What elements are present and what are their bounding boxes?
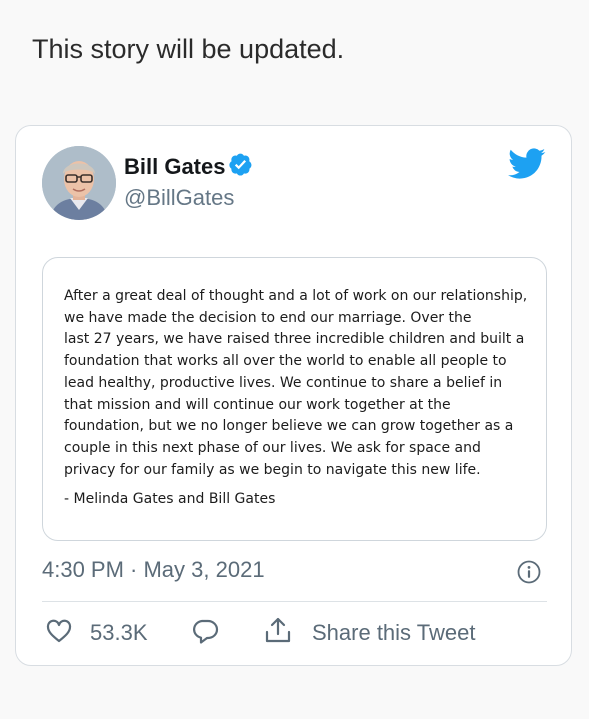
verified-badge-icon xyxy=(229,153,252,176)
tweet-timestamp[interactable]: 4:30 PM · May 3, 2021 xyxy=(42,557,265,583)
statement-line: we have made the decision to end our mar… xyxy=(64,309,472,326)
author-avatar[interactable] xyxy=(42,146,116,220)
statement-text: After a great deal of thought and a lot … xyxy=(64,286,534,481)
story-update-note: This story will be updated. xyxy=(32,34,345,64)
statement-line: lead healthy, productive lives. We conti… xyxy=(64,374,503,391)
author-name[interactable]: Bill Gates xyxy=(124,154,225,180)
statement-signature: - Melinda Gates and Bill Gates xyxy=(64,491,276,507)
embedded-tweet-card[interactable]: Bill Gates @BillGates After a great deal… xyxy=(15,125,572,666)
share-upload-icon[interactable] xyxy=(264,616,292,644)
reply-bubble-icon[interactable] xyxy=(191,618,219,644)
statement-line: foundation that works all over the world… xyxy=(64,353,507,370)
statement-line: last 27 years, we have raised three incr… xyxy=(64,331,525,348)
share-tweet-button[interactable]: Share this Tweet xyxy=(312,620,475,646)
statement-line: foundation, but we no longer believe we … xyxy=(64,418,514,435)
statement-image[interactable]: After a great deal of thought and a lot … xyxy=(42,257,547,541)
statement-line: that mission and will continue our work … xyxy=(64,396,451,413)
twitter-bird-icon[interactable] xyxy=(508,148,546,180)
info-icon[interactable] xyxy=(517,560,541,584)
statement-line: After a great deal of thought and a lot … xyxy=(64,288,528,304)
heart-icon[interactable] xyxy=(46,619,72,643)
statement-line: privacy for our family as we begin to na… xyxy=(64,461,481,478)
statement-line: couple in this next phase of our lives. … xyxy=(64,439,481,456)
like-count[interactable]: 53.3K xyxy=(90,620,148,646)
tweet-action-bar: 53.3K Share this Tweet xyxy=(42,610,547,654)
author-handle[interactable]: @BillGates xyxy=(124,185,234,211)
action-divider xyxy=(42,601,547,602)
